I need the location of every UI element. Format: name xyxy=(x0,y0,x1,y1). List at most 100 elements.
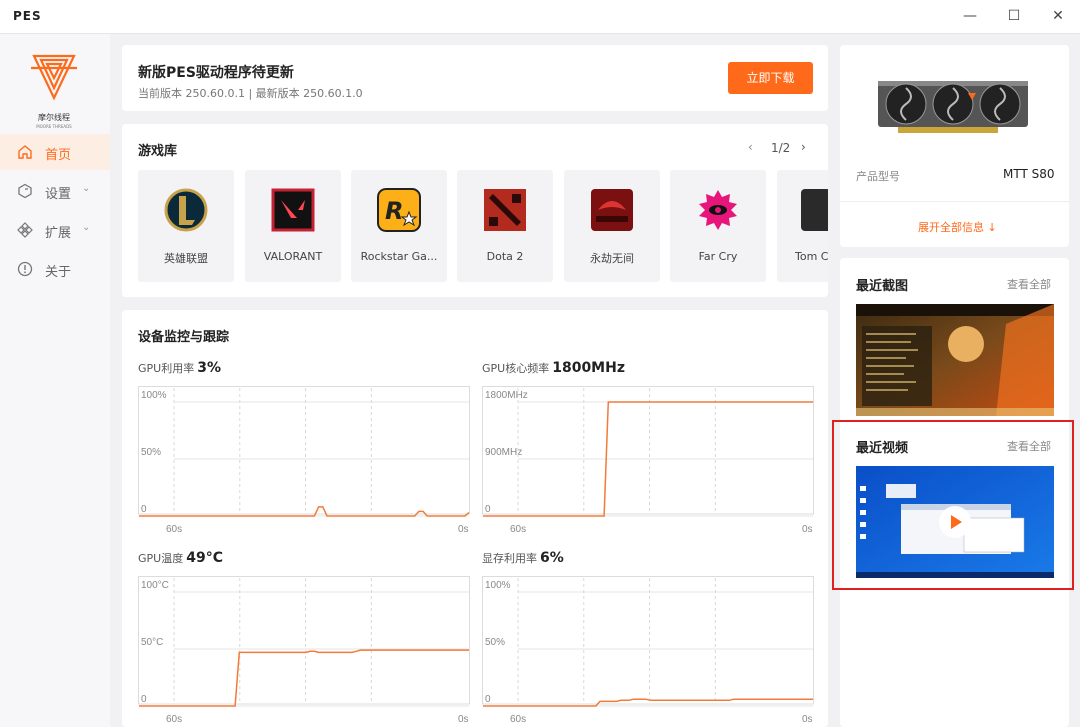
sidebar-item-about[interactable]: 关于 xyxy=(0,251,110,287)
view-all-screenshots-link[interactable]: 查看全部 xyxy=(1007,276,1051,292)
close-icon[interactable]: ✕ xyxy=(1045,6,1071,26)
x-tick-label: 60s xyxy=(510,524,526,534)
gpu-temp-chart: 100°C 50°C 0 60s 0s xyxy=(138,576,470,724)
model-label: 产品型号 xyxy=(856,170,900,183)
y-tick-label: 0 xyxy=(141,504,147,515)
sidebar-item-label: 首页 xyxy=(45,148,72,163)
model-value: MTT S80 xyxy=(1003,167,1055,181)
x-tick-label: 0s xyxy=(458,714,469,724)
update-title: 新版PES驱动程序待更新 xyxy=(138,65,294,81)
logo-subtext: MOORE THREADS xyxy=(36,124,72,129)
vram-usage-label: 显存利用率 6% xyxy=(482,550,564,566)
y-tick-label: 100°C xyxy=(141,580,169,591)
chart-frame xyxy=(482,576,814,705)
y-tick-label: 900MHz xyxy=(485,447,522,458)
graphics-card-image xyxy=(878,81,1028,133)
sidebar-item-label: 关于 xyxy=(45,265,72,280)
highlight-box xyxy=(832,420,1074,590)
download-button[interactable]: 立即下载 xyxy=(728,62,813,94)
extension-icon xyxy=(17,222,33,238)
league-of-legends-icon xyxy=(164,188,208,232)
gpu-clock-label: GPU核心频率 1800MHz xyxy=(482,360,625,376)
moore-threads-logo-icon xyxy=(31,54,77,101)
sidebar-item-extension[interactable]: 扩展 ⌄ xyxy=(0,212,110,248)
game-library-card: 游戏库 ‹ 1/2 › 英雄联盟 VALORANT R Rockstar Ga.… xyxy=(122,124,828,297)
x-tick-label: 0s xyxy=(802,714,813,724)
game-card-tom-clancy[interactable]: Tom C xyxy=(777,170,828,282)
settings-icon xyxy=(18,183,32,199)
device-monitor-card: 设备监控与跟踪 GPU利用率 3% GPU核心频率 1800MHz GPU温度 49°… xyxy=(122,310,828,727)
game-name: 永劫无间 xyxy=(590,252,634,265)
gpu-usage-chart: 100% 50% 0 60s 0s xyxy=(138,386,470,534)
tom-clancy-icon xyxy=(801,189,828,231)
driver-update-card: 新版PES驱动程序待更新 当前版本 250.60.0.1 | 最新版本 250.… xyxy=(122,45,828,111)
game-card-farcry[interactable]: Far Cry xyxy=(670,170,766,282)
expand-info-link[interactable]: 展开全部信息 ↓ xyxy=(918,219,997,235)
x-tick-label: 60s xyxy=(510,714,526,724)
chevron-down-icon: ⌄ xyxy=(82,183,91,194)
y-tick-label: 50% xyxy=(141,447,161,458)
chevron-down-icon: ⌄ xyxy=(82,222,91,233)
logo-text: 摩尔线程 xyxy=(38,113,70,122)
title-bar: PES — ☐ ✕ xyxy=(0,0,1080,34)
minimize-icon[interactable]: — xyxy=(957,6,983,26)
game-name: Far Cry xyxy=(698,250,738,263)
game-name: Dota 2 xyxy=(486,250,524,263)
screenshot-thumbnail[interactable] xyxy=(856,304,1054,416)
y-tick-label: 0 xyxy=(485,694,491,705)
game-card-valorant[interactable]: VALORANT xyxy=(245,170,341,282)
y-tick-label: 50% xyxy=(485,637,505,648)
game-card-lol[interactable]: 英雄联盟 xyxy=(138,170,234,282)
valorant-icon xyxy=(271,188,315,232)
sidebar-item-settings[interactable]: 设置 ⌄ xyxy=(0,173,110,209)
chart-frame xyxy=(138,576,470,705)
game-card-naraka[interactable]: 永劫无间 xyxy=(564,170,660,282)
x-tick-label: 60s xyxy=(166,714,182,724)
maximize-icon[interactable]: ☐ xyxy=(1001,6,1027,26)
game-name: Tom C xyxy=(795,250,828,263)
game-card-dota2[interactable]: Dota 2 xyxy=(457,170,553,282)
dota2-icon xyxy=(484,189,526,231)
game-library-title: 游戏库 xyxy=(138,144,178,159)
gpu-temp-label: GPU温度 49°C xyxy=(138,550,223,566)
sidebar: 摩尔线程 MOORE THREADS 首页 设置 ⌄ 扩展 ⌄ 关于 xyxy=(0,34,110,727)
y-tick-label: 0 xyxy=(485,504,491,515)
farcry-icon xyxy=(699,190,737,230)
gpu-clock-chart: 1800MHz 900MHz 0 60s 0s xyxy=(482,386,814,534)
x-tick-label: 0s xyxy=(458,524,469,534)
vram-usage-chart: 100% 50% 0 60s 0s xyxy=(482,576,814,724)
divider xyxy=(840,201,1069,202)
device-monitor-title: 设备监控与跟踪 xyxy=(138,330,230,345)
recent-screenshots-title: 最近截图 xyxy=(856,279,909,294)
home-icon xyxy=(18,145,32,159)
chart-frame xyxy=(138,386,470,515)
version-info: 当前版本 250.60.0.1 | 最新版本 250.60.1.0 xyxy=(138,87,363,100)
info-icon xyxy=(17,261,33,277)
page-indicator: 1/2 xyxy=(771,141,791,155)
naraka-icon xyxy=(591,189,633,231)
pager-next-icon[interactable]: › xyxy=(801,140,806,154)
screenshot-image xyxy=(856,304,1054,416)
sidebar-item-label: 扩展 xyxy=(45,226,72,241)
app-title: PES xyxy=(13,9,42,23)
y-tick-label: 50°C xyxy=(141,637,163,648)
game-name: 英雄联盟 xyxy=(164,252,208,265)
x-tick-label: 60s xyxy=(166,524,182,534)
chart-frame xyxy=(482,386,814,515)
y-tick-label: 0 xyxy=(141,694,147,705)
game-card-rockstar[interactable]: R Rockstar Ga... xyxy=(351,170,447,282)
gpu-usage-label: GPU利用率 3% xyxy=(138,360,221,376)
brand-logo: 摩尔线程 MOORE THREADS xyxy=(28,50,80,130)
y-tick-label: 100% xyxy=(485,580,511,591)
game-name: Rockstar Ga... xyxy=(360,250,438,263)
x-tick-label: 0s xyxy=(802,524,813,534)
product-card: 产品型号 MTT S80 展开全部信息 ↓ xyxy=(840,45,1069,247)
sidebar-item-label: 设置 xyxy=(45,187,72,202)
y-tick-label: 1800MHz xyxy=(485,390,528,401)
pager-prev-icon[interactable]: ‹ xyxy=(748,140,753,154)
svg-text:R: R xyxy=(385,197,403,225)
y-tick-label: 100% xyxy=(141,390,167,401)
game-name: VALORANT xyxy=(263,250,323,263)
sidebar-item-home[interactable]: 首页 xyxy=(0,134,110,170)
rockstar-icon: R xyxy=(377,188,421,232)
